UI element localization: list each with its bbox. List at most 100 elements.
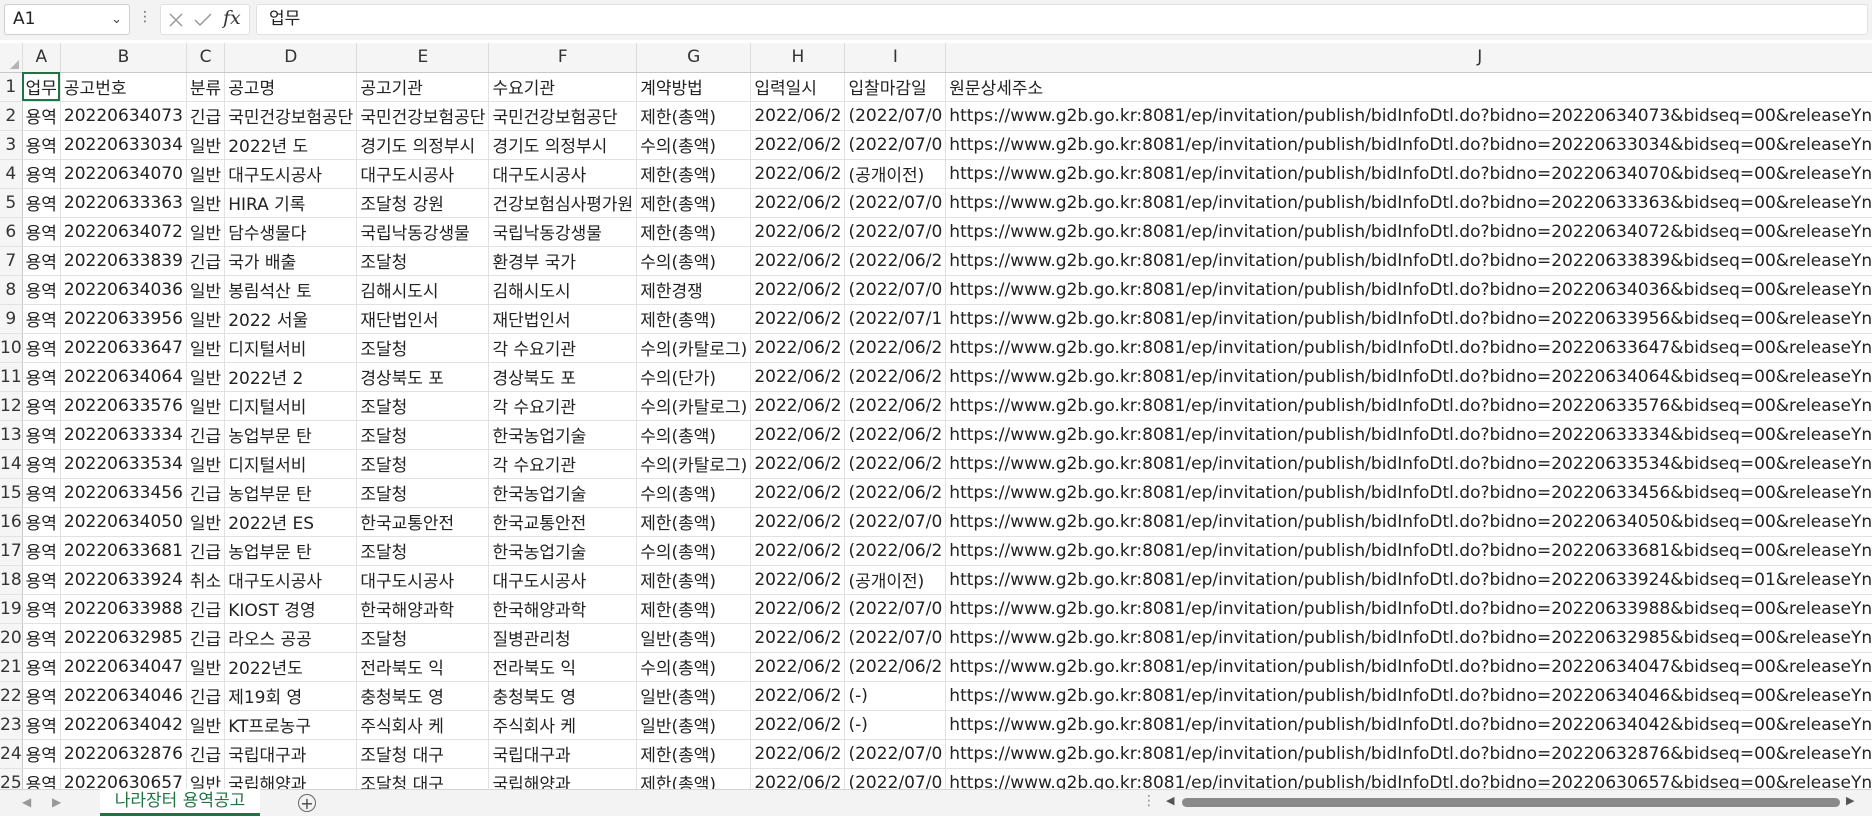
cell[interactable]: 용역 [22,391,61,421]
cell[interactable]: 20220630657 [60,768,187,789]
cell[interactable]: 제한(총액) [636,159,752,189]
cell[interactable]: 2022/06/2 [750,333,846,363]
cell[interactable]: 2022/06/2 [750,362,846,392]
cell[interactable]: 일반(총액) [636,681,752,711]
cell[interactable]: https://www.g2b.go.kr:8081/ep/invitation… [945,710,1872,740]
column-header[interactable]: A [22,43,61,73]
cell[interactable]: 수의(총액) [636,246,752,276]
cell[interactable]: 일반 [186,710,226,740]
cell[interactable]: 긴급 [186,246,226,276]
cell[interactable]: 2022 서울 [224,304,358,334]
cell[interactable]: 입찰마감일 [844,72,947,102]
cell[interactable]: 일반(총액) [636,623,752,653]
cell[interactable]: (공개이전) [844,565,947,595]
cell[interactable]: 제19회 영 [224,681,358,711]
more-icon[interactable]: ⋮ [138,9,152,25]
cell[interactable]: 용역 [22,362,61,392]
cell[interactable]: KIOST 경영 [224,594,358,624]
cell[interactable]: 국민건강보험공단 [356,101,490,131]
cell[interactable]: 농업부문 탄 [224,536,358,566]
cell[interactable]: 일반 [186,159,226,189]
cell[interactable]: 국민건강보험공단 [488,101,638,131]
cell[interactable]: 경기도 의정부시 [356,130,490,160]
cell[interactable]: 디지털서비 [224,391,358,421]
cell[interactable]: 긴급 [186,623,226,653]
cell[interactable]: 일반 [186,188,226,218]
cell[interactable]: https://www.g2b.go.kr:8081/ep/invitation… [945,739,1872,769]
cell[interactable]: 2022/06/2 [750,217,846,247]
cell[interactable]: 제한(총액) [636,768,752,789]
cell[interactable]: (2022/07/0 [844,188,947,218]
cell[interactable]: 제한(총액) [636,304,752,334]
cell[interactable]: (2022/07/0 [844,275,947,305]
cell[interactable]: 김해시도시 [356,275,490,305]
cell[interactable]: 국립대구과 [488,739,638,769]
cell[interactable]: 수의(총액) [636,478,752,508]
cell[interactable]: 2022/06/2 [750,681,846,711]
select-all-corner[interactable] [0,43,23,73]
cell[interactable]: 공고명 [224,72,358,102]
cell[interactable]: 2022/06/2 [750,768,846,789]
cell[interactable]: 경상북도 포 [356,362,490,392]
cell[interactable]: KT프로농구 [224,710,358,740]
cell[interactable]: (2022/06/2 [844,449,947,479]
cell[interactable]: 공고기관 [356,72,490,102]
cell[interactable]: 긴급 [186,536,226,566]
cell[interactable]: 2022/06/2 [750,594,846,624]
row-header[interactable]: 1 [0,72,23,102]
cell[interactable]: 2022/06/2 [750,391,846,421]
cell[interactable]: 수의(카탈로그) [636,391,752,421]
cell[interactable]: https://www.g2b.go.kr:8081/ep/invitation… [945,246,1872,276]
cell[interactable]: 용역 [22,246,61,276]
cell[interactable]: (2022/06/2 [844,362,947,392]
cell[interactable]: 긴급 [186,681,226,711]
cell[interactable]: 일반 [186,304,226,334]
cell[interactable]: 한국해양과학 [356,594,490,624]
cell[interactable]: https://www.g2b.go.kr:8081/ep/invitation… [945,536,1872,566]
cell[interactable]: https://www.g2b.go.kr:8081/ep/invitation… [945,159,1872,189]
cell[interactable]: (2022/06/2 [844,333,947,363]
row-header[interactable]: 24 [0,739,23,769]
cell[interactable]: 20220633534 [60,449,187,479]
cell[interactable]: 디지털서비 [224,449,358,479]
row-header[interactable]: 19 [0,594,23,624]
cell[interactable]: 대구도시공사 [356,565,490,595]
cell[interactable]: 20220633334 [60,420,187,450]
formula-input[interactable]: 업무 [256,4,1868,35]
cell[interactable]: (2022/06/2 [844,391,947,421]
cell[interactable]: 20220633681 [60,536,187,566]
row-header[interactable]: 4 [0,159,23,189]
cell[interactable]: 용역 [22,507,61,537]
cell[interactable]: 20220633956 [60,304,187,334]
cell[interactable]: https://www.g2b.go.kr:8081/ep/invitation… [945,362,1872,392]
cell[interactable]: https://www.g2b.go.kr:8081/ep/invitation… [945,594,1872,624]
cell[interactable]: 업무 [22,72,61,102]
cell[interactable]: 수의(총액) [636,420,752,450]
row-header[interactable]: 6 [0,217,23,247]
column-header[interactable]: F [488,43,638,73]
cell[interactable]: 2022/06/2 [750,246,846,276]
cell[interactable]: 2022/06/2 [750,159,846,189]
row-header[interactable]: 9 [0,304,23,334]
cell[interactable]: 국민건강보험공단 [224,101,358,131]
cell[interactable]: 환경부 국가 [488,246,638,276]
cell[interactable]: 일반 [186,652,226,682]
cell[interactable]: 용역 [22,420,61,450]
cell[interactable]: 2022/06/2 [750,565,846,595]
cell[interactable]: 제한(총액) [636,594,752,624]
cell[interactable]: 제한(총액) [636,188,752,218]
cell[interactable]: 수의(총액) [636,130,752,160]
insert-function-icon[interactable]: fx [223,7,241,29]
column-header[interactable]: C [186,43,226,73]
cell[interactable]: (2022/06/2 [844,536,947,566]
cell[interactable]: 제한(총액) [636,217,752,247]
row-header[interactable]: 12 [0,391,23,421]
cell[interactable]: 2022/06/2 [750,130,846,160]
cell[interactable]: 제한(총액) [636,565,752,595]
cell[interactable]: (공개이전) [844,159,947,189]
cell[interactable]: 재단법인서 [488,304,638,334]
column-header[interactable]: B [60,43,187,73]
cell[interactable]: https://www.g2b.go.kr:8081/ep/invitation… [945,681,1872,711]
cell[interactable]: https://www.g2b.go.kr:8081/ep/invitation… [945,217,1872,247]
cell[interactable]: https://www.g2b.go.kr:8081/ep/invitation… [945,478,1872,508]
